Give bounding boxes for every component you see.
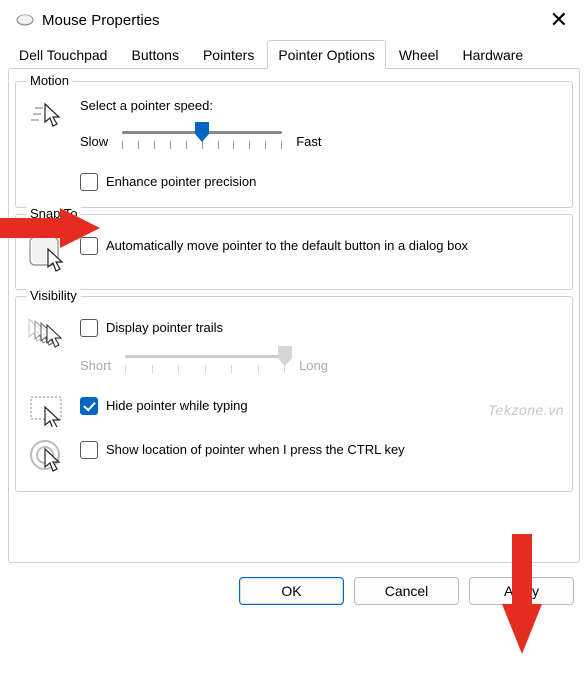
show-location-label: Show location of pointer when I press th…: [106, 441, 405, 457]
enhance-precision-label: Enhance pointer precision: [106, 173, 256, 189]
ok-button[interactable]: OK: [239, 577, 344, 605]
mouse-icon: [16, 13, 34, 27]
hide-pointer-icon: [26, 391, 68, 427]
tab-buttons[interactable]: Buttons: [120, 40, 189, 69]
tab-pointer-options[interactable]: Pointer Options: [267, 40, 386, 69]
dialog-buttons: OK Cancel Apply: [0, 563, 588, 619]
pointer-trails-label: Display pointer trails: [106, 319, 223, 335]
hide-pointer-checkbox[interactable]: [80, 397, 98, 415]
snapto-checkbox[interactable]: [80, 237, 98, 255]
visibility-group: Visibility Display pointer trails Short: [15, 296, 573, 492]
visibility-legend: Visibility: [26, 288, 81, 303]
motion-speed-icon: [26, 98, 68, 132]
motion-legend: Motion: [26, 73, 73, 88]
slow-label: Slow: [80, 134, 108, 149]
show-location-checkbox[interactable]: [80, 441, 98, 459]
motion-group: Motion Select a pointer speed: Slow: [15, 81, 573, 208]
pointer-trails-checkbox[interactable]: [80, 319, 98, 337]
speed-label: Select a pointer speed:: [80, 98, 562, 113]
snapto-group: Snap To Automatically move pointer to th…: [15, 214, 573, 290]
enhance-precision-checkbox[interactable]: [80, 173, 98, 191]
tab-wheel[interactable]: Wheel: [388, 40, 450, 69]
fast-label: Fast: [296, 134, 321, 149]
trails-slider: [125, 347, 285, 383]
cancel-button[interactable]: Cancel: [354, 577, 459, 605]
long-label: Long: [299, 358, 328, 373]
close-button[interactable]: ✕: [542, 5, 576, 35]
apply-button[interactable]: Apply: [469, 577, 574, 605]
tab-strip: Dell Touchpad Buttons Pointers Pointer O…: [0, 40, 588, 69]
tab-pointers[interactable]: Pointers: [192, 40, 265, 69]
short-label: Short: [80, 358, 111, 373]
titlebar: Mouse Properties ✕: [0, 0, 588, 40]
tab-hardware[interactable]: Hardware: [452, 40, 535, 69]
tab-content: Motion Select a pointer speed: Slow: [8, 68, 580, 563]
pointer-trails-icon: [26, 313, 68, 349]
show-location-icon: [26, 435, 68, 475]
window-title: Mouse Properties: [42, 12, 160, 29]
snapto-legend: Snap To: [26, 206, 81, 221]
tab-dell-touchpad[interactable]: Dell Touchpad: [8, 40, 118, 69]
snapto-label: Automatically move pointer to the defaul…: [106, 237, 468, 253]
hide-pointer-label: Hide pointer while typing: [106, 397, 248, 413]
speed-slider[interactable]: [122, 123, 282, 159]
snapto-icon: [26, 231, 68, 273]
